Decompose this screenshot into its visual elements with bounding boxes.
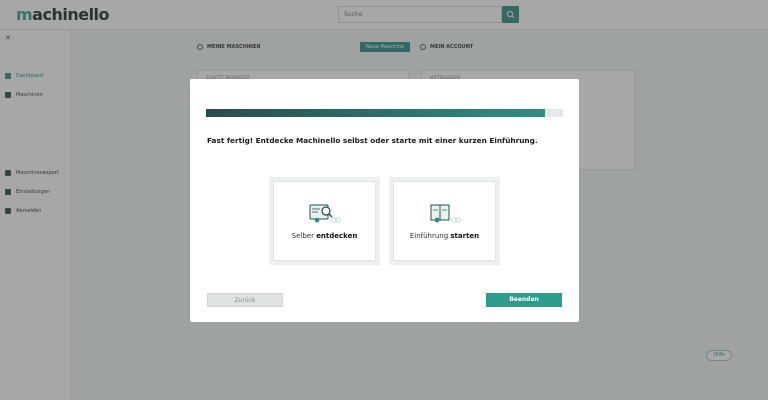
option-label-emphasis: starten (450, 232, 480, 240)
option-card[interactable]: Selber entdecken (274, 182, 375, 260)
book-icon (430, 204, 461, 223)
onboarding-modal: Fast fertig! Entdecke Machinello selbst … (190, 79, 579, 322)
progress-bar (206, 109, 563, 117)
modal-title: Fast fertig! Entdecke Machinello selbst … (207, 136, 538, 145)
option-card[interactable]: Einführung starten (394, 182, 495, 260)
option-self-explore[interactable]: Selber entdecken (269, 177, 380, 265)
progress-fill (206, 109, 546, 117)
option-label: Selber entdecken (274, 232, 375, 240)
option-label-prefix: Einführung (409, 232, 451, 240)
option-label-prefix: Selber (291, 232, 317, 240)
option-label-emphasis: entdecken (316, 232, 358, 240)
option-start-tour[interactable]: Einführung starten (389, 177, 500, 265)
back-button[interactable]: Zurück (207, 293, 283, 307)
option-label: Einführung starten (394, 232, 495, 240)
finish-button[interactable]: Beenden (486, 293, 562, 307)
explore-icon (309, 204, 341, 223)
